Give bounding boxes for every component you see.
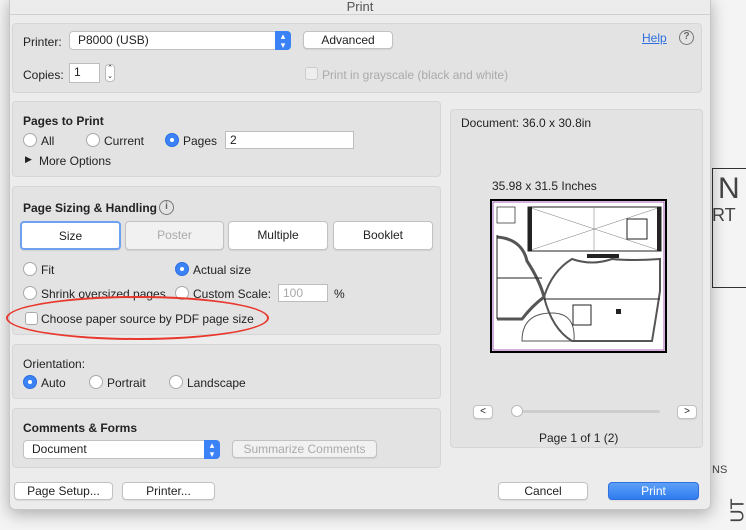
background-fragment: RT: [712, 205, 736, 225]
printer-value: P8000 (USB): [78, 33, 149, 47]
print-button[interactable]: Print: [608, 482, 699, 500]
radio-pages-label: Pages: [183, 134, 218, 148]
print-dialog: Print Printer: P8000 (USB) ▴ ▾ Advanced He…: [6, 0, 711, 510]
sizing-title: Page Sizing & Handling: [23, 201, 158, 215]
comments-value: Document: [32, 442, 87, 456]
help-icon[interactable]: ?: [679, 30, 694, 45]
page-slider[interactable]: [515, 410, 660, 413]
info-icon[interactable]: i: [159, 200, 174, 215]
radio-landscape-label: Landscape: [187, 376, 246, 390]
radio-actual-size-label: Actual size: [193, 263, 252, 277]
radio-pages[interactable]: [165, 133, 179, 147]
advanced-button[interactable]: Advanced: [303, 31, 393, 49]
radio-portrait[interactable]: [89, 375, 103, 389]
copies-input[interactable]: 1: [69, 63, 100, 83]
background-fragment: NS: [712, 464, 728, 476]
radio-landscape[interactable]: [169, 375, 183, 389]
pages-input[interactable]: 2: [225, 131, 354, 149]
paper-size: 35.98 x 31.5 Inches: [492, 179, 597, 193]
page-setup-button[interactable]: Page Setup...: [14, 482, 113, 500]
percent-label: %: [334, 287, 345, 301]
printer-select[interactable]: P8000 (USB) ▴ ▾: [69, 31, 291, 50]
document-size: Document: 36.0 x 30.8in: [461, 116, 592, 130]
radio-fit-label: Fit: [41, 263, 55, 277]
radio-shrink[interactable]: [23, 286, 37, 300]
copies-stepper[interactable]: ⌃ ⌄: [105, 64, 115, 82]
prev-page-button[interactable]: <: [473, 405, 493, 419]
annotation-ellipse: [6, 296, 269, 340]
page-preview: [490, 199, 667, 353]
tab-size[interactable]: Size: [20, 221, 121, 250]
custom-scale-input[interactable]: 100: [278, 284, 328, 302]
copies-label: Copies:: [23, 68, 64, 82]
tab-booklet[interactable]: Booklet: [333, 221, 433, 250]
orientation-panel: [12, 344, 441, 399]
chevron-up-down-icon: ▴ ▾: [275, 31, 291, 50]
chevron-up-down-icon: ▴ ▾: [204, 440, 220, 459]
help-link[interactable]: Help: [642, 31, 667, 45]
more-options-toggle[interactable]: More Options: [39, 154, 111, 168]
printer-label: Printer:: [23, 35, 62, 49]
pages-title: Pages to Print: [23, 114, 104, 128]
radio-actual-size[interactable]: [175, 262, 189, 276]
printer-button[interactable]: Printer...: [122, 482, 215, 500]
comments-select[interactable]: Document ▴ ▾: [23, 440, 220, 459]
summarize-comments-button[interactable]: Summarize Comments: [232, 440, 377, 458]
cancel-button[interactable]: Cancel: [498, 482, 588, 500]
radio-all-label: All: [41, 134, 55, 148]
radio-current-label: Current: [104, 134, 145, 148]
orientation-title: Orientation:: [23, 357, 86, 371]
radio-auto-label: Auto: [41, 376, 66, 390]
comments-title: Comments & Forms: [23, 421, 138, 435]
grayscale-checkbox[interactable]: [305, 67, 318, 80]
page-indicator: Page 1 of 1 (2): [539, 431, 619, 445]
radio-all[interactable]: [23, 133, 37, 147]
background-fragment: N: [718, 172, 740, 205]
window-title: Print: [10, 0, 710, 15]
page-slider-thumb[interactable]: [511, 405, 523, 417]
tab-poster[interactable]: Poster: [125, 221, 224, 250]
radio-current[interactable]: [86, 133, 100, 147]
radio-fit[interactable]: [23, 262, 37, 276]
radio-auto[interactable]: [23, 375, 37, 389]
comments-panel: [12, 408, 441, 468]
tab-multiple[interactable]: Multiple: [228, 221, 328, 250]
background-fragment: UT: [727, 498, 746, 523]
disclosure-triangle-icon[interactable]: ▶: [25, 154, 32, 165]
grayscale-label: Print in grayscale (black and white): [322, 68, 509, 82]
radio-portrait-label: Portrait: [107, 376, 146, 390]
next-page-button[interactable]: >: [677, 405, 697, 419]
